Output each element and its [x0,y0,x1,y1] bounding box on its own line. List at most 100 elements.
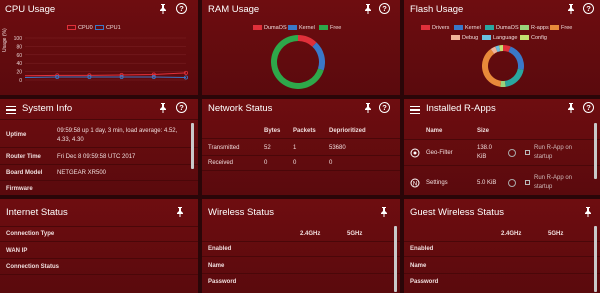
board-model-value: NETGEAR XR500 [57,170,107,176]
rapp-size-line1: 138.0 [477,145,493,151]
divider [202,273,400,274]
legend-free: Free [550,25,572,31]
panel-title: System Info [22,103,73,114]
internet-status-panel: Internet Status Connection Type WAN IP C… [0,199,198,293]
help-icon[interactable]: ? [379,3,390,14]
divider [202,256,400,257]
name-label: Name [208,263,225,269]
deprioritized-value: 0 [329,160,333,166]
divider [0,180,198,181]
divider [202,170,400,171]
legend-rapps: R-apps [520,25,549,31]
divider [0,258,198,259]
enabled-label: Enabled [208,246,232,252]
divider [202,155,400,156]
system-info-panel: System Info ? Uptime 09:59:58 up 1 day, … [0,99,198,195]
wireless-status-panel: Wireless Status 2.4GHz 5GHz Enabled Name… [202,199,400,293]
help-icon[interactable]: ? [176,102,187,113]
cpu-chart: 100 80 60 40 20 0 [14,36,188,84]
divider [0,241,198,242]
startup-label-line1: Run R-App on [534,145,573,151]
startup-checkbox[interactable] [525,150,530,155]
slice-free [482,49,502,87]
slice-dumaos [504,68,524,87]
panel-title: Internet Status [6,207,68,218]
col-bytes: Bytes [264,128,281,134]
col-5ghz: 5GHz [347,231,363,237]
divider [404,241,600,242]
ram-donut-chart [271,35,325,89]
help-icon[interactable]: ? [583,102,594,113]
cpu-usage-panel: CPU Usage ? CPU0 CPU1 Usage (%) 100 80 60 4… [0,0,198,95]
rapp-name: Settings [426,180,448,186]
pin-icon[interactable] [176,207,184,217]
legend-language: Language [482,35,517,41]
rapp-size-line1: 5.0 KiB [477,180,497,186]
help-icon[interactable]: ? [379,102,390,113]
connection-type-label: Connection Type [6,231,55,237]
y-tick-label: 100 [14,36,23,42]
divider [0,226,198,227]
play-icon[interactable] [508,149,516,157]
divider [404,273,600,274]
flash-donut-chart [482,45,524,87]
menu-icon[interactable] [410,106,420,114]
divider [404,165,600,166]
help-icon[interactable]: ? [583,3,594,14]
rapp-size-line2: KiB [477,154,487,160]
divider [0,147,198,148]
legend-kernel: Kernel [454,25,481,31]
play-icon[interactable] [508,179,516,187]
startup-checkbox[interactable] [525,180,530,185]
col-deprioritized: Deprioritized [329,128,366,134]
password-label: Password [208,279,237,285]
settings-icon: N [410,178,420,188]
col-24ghz: 2.4GHz [300,231,321,237]
scrollbar[interactable] [594,123,597,179]
scrollbar[interactable] [594,226,597,292]
startup-label-line2: startup [534,184,553,190]
legend-drivers: Drivers [421,25,449,31]
uptime-label: Uptime [6,132,27,138]
col-5ghz: 5GHz [548,231,564,237]
bytes-value: 0 [264,160,268,166]
packets-value: 0 [293,160,297,166]
row-label: Transmitted [208,145,240,151]
password-label: Password [410,279,439,285]
series-line-cpu0 [24,72,187,77]
legend-debug: Debug [451,35,478,41]
pin-icon[interactable] [567,103,575,113]
pin-icon[interactable] [364,4,372,14]
svg-text:N: N [413,181,417,187]
pin-icon[interactable] [567,4,575,14]
uptime-value-line1: 09:59:58 up 1 day, 3 min, load average: … [57,128,178,134]
panel-title: Wireless Status [208,207,274,218]
pin-icon[interactable] [364,103,372,113]
slice-r-apps [500,80,506,87]
y-tick-label: 80 [16,44,22,50]
y-tick-label: 40 [16,61,22,67]
pin-icon[interactable] [380,207,388,217]
pin-icon[interactable] [584,207,592,217]
scrollbar[interactable] [394,226,397,292]
firmware-label: Firmware [6,186,33,192]
y-tick-label: 0 [19,78,22,84]
divider [0,119,198,120]
scrollbar[interactable] [191,123,194,169]
menu-icon[interactable] [6,106,16,114]
divider [202,138,400,139]
divider [404,139,600,140]
row-label: Received [208,160,234,166]
col-24ghz: 2.4GHz [501,231,522,237]
bytes-value: 52 [264,145,271,151]
router-time-value: Fri Dec 8 09:59:58 UTC 2017 [57,154,136,160]
legend-config: Config [520,35,547,41]
legend-dumaos: DumaOS [253,25,287,31]
geo-filter-icon [410,148,420,158]
panel-title: Network Status [208,103,273,114]
pin-icon[interactable] [159,103,167,113]
divider [404,256,600,257]
col-size: Size [477,128,490,134]
installed-rapps-panel: Installed R-Apps ? Name Size Geo-Filter … [404,99,600,195]
startup-label-line2: startup [534,154,553,160]
